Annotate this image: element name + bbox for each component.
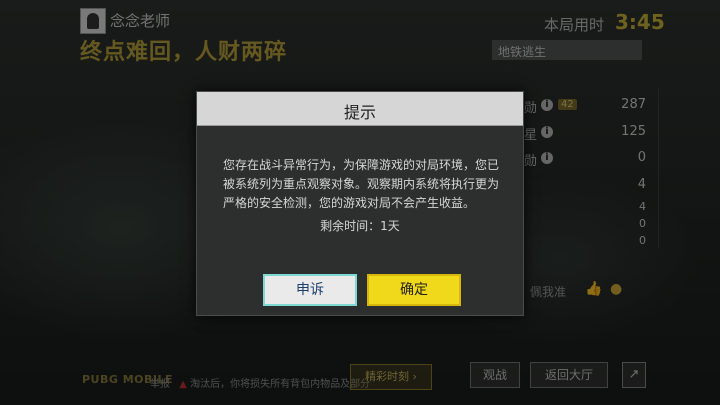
dialog-message: 您存在战斗异常行为，为保障游戏的对局环境，您已被系统列为重点观察对象。观察期内系… bbox=[223, 158, 500, 210]
dialog-title: 提示 bbox=[343, 103, 376, 122]
appeal-button[interactable]: 申诉 bbox=[263, 274, 357, 306]
confirm-button[interactable]: 确定 bbox=[367, 274, 461, 306]
dialog-header: 提示 bbox=[197, 92, 523, 126]
remaining-time: 剩余时间：1天 bbox=[320, 219, 400, 233]
warning-dialog: 提示 您存在战斗异常行为，为保障游戏的对局环境，您已被系统列为重点观察对象。观察… bbox=[196, 91, 524, 316]
